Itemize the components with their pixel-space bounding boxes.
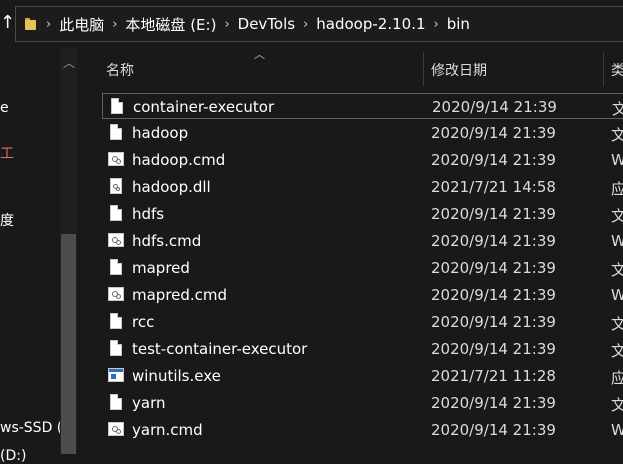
file-row[interactable]: hdfs.cmd 2020/9/14 21:39 W: [102, 228, 623, 254]
file-icon: [108, 312, 124, 331]
file-row[interactable]: winutils.exe 2021/7/21 11:28 应: [102, 363, 623, 389]
file-icon: [108, 123, 124, 142]
file-type: W: [611, 232, 623, 250]
file-modified-date: 2020/9/14 21:39: [431, 340, 556, 358]
file-type: 应: [611, 369, 623, 387]
breadcrumb-bin[interactable]: bin: [447, 15, 470, 33]
column-divider[interactable]: [423, 52, 424, 86]
file-row[interactable]: hadoop.cmd 2020/9/14 21:39 W: [102, 147, 623, 173]
file-name: hadoop: [132, 124, 189, 142]
batch-file-icon: [108, 420, 124, 439]
file-name: yarn.cmd: [132, 421, 203, 439]
file-type: 文: [611, 207, 623, 225]
file-type: 文: [611, 315, 623, 333]
file-type: 文: [611, 396, 623, 414]
folder-icon: [24, 17, 38, 31]
breadcrumb-separator[interactable]: ›: [303, 17, 308, 32]
nav-item[interactable]: 工: [0, 143, 14, 163]
file-name: test-container-executor: [132, 340, 308, 358]
file-modified-date: 2020/9/14 21:39: [431, 259, 556, 277]
file-row[interactable]: hadoop 2020/9/14 21:39 文: [102, 120, 623, 146]
breadcrumb-separator[interactable]: ›: [112, 17, 117, 32]
file-modified-date: 2020/9/14 21:39: [431, 205, 556, 223]
file-row[interactable]: mapred.cmd 2020/9/14 21:39 W: [102, 282, 623, 308]
column-header-date[interactable]: 修改日期: [431, 60, 487, 80]
file-name: mapred: [132, 259, 190, 277]
dll-file-icon: [108, 177, 124, 196]
file-icon: [109, 97, 125, 116]
file-type: W: [611, 421, 623, 439]
file-row[interactable]: yarn 2020/9/14 21:39 文: [102, 390, 623, 416]
breadcrumb-hadoop[interactable]: hadoop-2.10.1: [316, 15, 425, 33]
file-name: container-executor: [133, 98, 275, 116]
file-type: 文: [611, 126, 623, 144]
file-row[interactable]: hadoop.dll 2021/7/21 14:58 应: [102, 174, 623, 200]
file-row[interactable]: yarn.cmd 2020/9/14 21:39 W: [102, 417, 623, 443]
file-modified-date: 2020/9/14 21:39: [431, 394, 556, 412]
file-type: 应: [611, 180, 623, 198]
file-row[interactable]: rcc 2020/9/14 21:39 文: [102, 309, 623, 335]
file-row[interactable]: container-executor 2020/9/14 21:39 文: [102, 93, 623, 119]
file-name: hdfs.cmd: [132, 232, 202, 250]
breadcrumb-separator[interactable]: ›: [434, 17, 439, 32]
nav-item-drive[interactable]: ws-SSD (: [0, 420, 62, 436]
batch-file-icon: [108, 150, 124, 169]
file-type: 文: [611, 261, 623, 279]
file-name: hadoop.dll: [132, 178, 211, 196]
nav-item[interactable]: 度: [0, 210, 14, 230]
file-modified-date: 2020/9/14 21:39: [431, 151, 556, 169]
file-list-pane: ︿ 名称 修改日期 类 container-executor 2020/9/14 …: [80, 48, 623, 454]
breadcrumb-separator[interactable]: ›: [46, 17, 51, 32]
file-modified-date: 2020/9/14 21:39: [431, 232, 556, 250]
batch-file-icon: [108, 285, 124, 304]
application-icon: [108, 366, 124, 385]
breadcrumb[interactable]: › 此电脑 › 本地磁盘 (E:) › DevTols › hadoop-2.1…: [15, 6, 623, 42]
file-name: hadoop.cmd: [132, 151, 226, 169]
column-header-name[interactable]: 名称: [106, 60, 134, 80]
column-header-row: ︿ 名称 修改日期 类: [80, 48, 623, 90]
scrollbar-thumb[interactable]: [61, 234, 76, 454]
breadcrumb-separator[interactable]: ›: [224, 17, 229, 32]
file-icon: [108, 204, 124, 223]
file-name: winutils.exe: [132, 367, 221, 385]
breadcrumb-this-pc[interactable]: 此电脑: [59, 14, 104, 35]
breadcrumb-devtols[interactable]: DevTols: [238, 15, 295, 33]
column-divider[interactable]: [603, 52, 604, 86]
file-name: yarn: [132, 394, 166, 412]
file-type: W: [611, 151, 623, 169]
file-modified-date: 2021/7/21 14:58: [431, 178, 556, 196]
batch-file-icon: [108, 231, 124, 250]
file-modified-date: 2020/9/14 21:39: [432, 98, 557, 116]
nav-item[interactable]: e: [0, 100, 9, 116]
file-name: rcc: [132, 313, 155, 331]
file-type: 文: [612, 100, 623, 118]
nav-item-drive[interactable]: (D:): [0, 448, 26, 464]
file-type: 文: [611, 342, 623, 360]
file-modified-date: 2020/9/14 21:39: [431, 421, 556, 439]
up-arrow-icon[interactable]: ↑: [0, 12, 14, 33]
file-row[interactable]: test-container-executor 2020/9/14 21:39 文: [102, 336, 623, 362]
file-name: mapred.cmd: [132, 286, 228, 304]
file-name: hdfs: [132, 205, 165, 223]
breadcrumb-drive-e[interactable]: 本地磁盘 (E:): [125, 14, 216, 35]
file-modified-date: 2020/9/14 21:39: [431, 124, 556, 142]
file-modified-date: 2020/9/14 21:39: [431, 313, 556, 331]
file-modified-date: 2021/7/21 11:28: [431, 367, 556, 385]
column-header-type[interactable]: 类: [611, 60, 623, 80]
file-icon: [108, 393, 124, 412]
file-row[interactable]: hdfs 2020/9/14 21:39 文: [102, 201, 623, 227]
file-row[interactable]: mapred 2020/9/14 21:39 文: [102, 255, 623, 281]
scroll-up-icon[interactable]: ︿: [63, 54, 75, 71]
sort-ascending-icon: ︿: [254, 48, 265, 61]
file-type: W: [611, 286, 623, 304]
file-icon: [108, 258, 124, 277]
nav-scrollbar[interactable]: ︿: [60, 48, 77, 454]
file-modified-date: 2020/9/14 21:39: [431, 286, 556, 304]
file-icon: [108, 339, 124, 358]
address-bar: ↑ › 此电脑 › 本地磁盘 (E:) › DevTols › hadoop-2…: [0, 0, 623, 48]
